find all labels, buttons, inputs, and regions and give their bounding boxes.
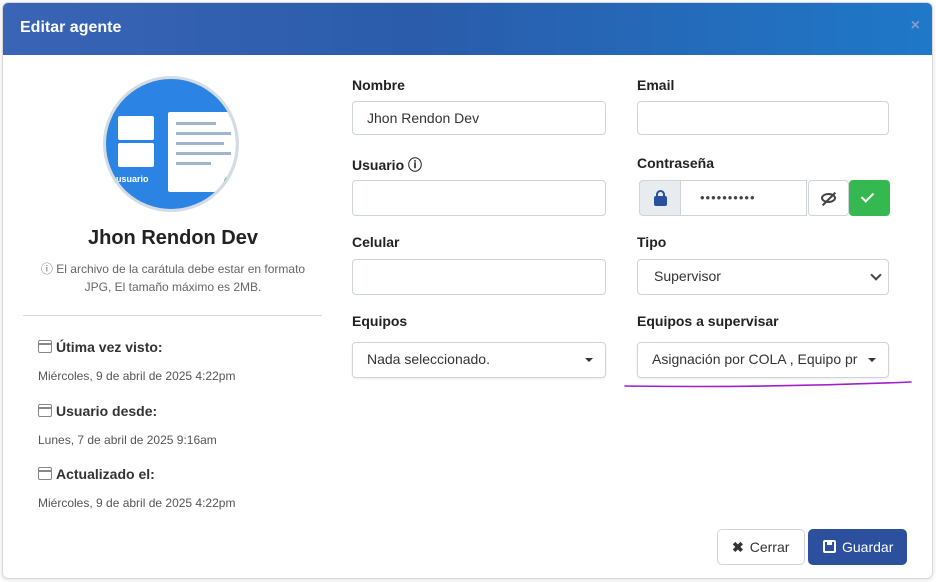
upload-note-text: El archivo de la carátula debe estar en … [56, 262, 306, 294]
equipos-label: Equipos [352, 313, 408, 329]
usuario-input[interactable] [352, 180, 606, 216]
equipos-supervisar-label: Equipos a supervisar [637, 313, 779, 329]
guardar-button[interactable]: Guardar [808, 529, 907, 565]
tipo-label: Tipo [637, 234, 667, 250]
calendar-icon [38, 467, 52, 480]
password-addon [639, 180, 681, 216]
nombre-input[interactable]: Jhon Rendon Dev [352, 101, 606, 135]
user-since-label: Usuario desde: [38, 403, 157, 419]
calendar-icon [38, 340, 52, 353]
save-icon [823, 540, 836, 553]
equipos-supervisar-value: Asignación por COLA , Equipo pr [652, 351, 858, 367]
equipos-supervisar-select[interactable]: Asignación por COLA , Equipo pr [637, 342, 889, 378]
usuario-label: Usuario ⓘ [352, 157, 423, 173]
caret-down-icon [868, 358, 876, 362]
calendar-icon [38, 404, 52, 417]
avatar[interactable]: usuario [103, 76, 239, 212]
nombre-label: Nombre [352, 77, 405, 93]
contrasena-label: Contraseña [637, 155, 715, 171]
celular-label: Celular [352, 234, 400, 250]
email-label: Email [637, 77, 675, 93]
info-icon: ⓘ [40, 262, 53, 276]
updated-value: Miércoles, 9 de abril de 2025 4:22pm [38, 496, 236, 510]
tipo-select-value: Supervisor [654, 268, 721, 284]
close-icon: ✖ [732, 539, 744, 555]
close-icon[interactable]: × [911, 17, 920, 35]
equipos-select-value: Nada seleccionado. [367, 351, 490, 367]
check-icon [860, 189, 875, 203]
password-input[interactable]: •••••••••• [680, 180, 807, 216]
email-input[interactable] [637, 101, 889, 135]
caret-down-icon [585, 358, 593, 362]
upload-note: ⓘ El archivo de la carátula debe estar e… [28, 260, 318, 296]
avatar-card-icon [118, 143, 154, 167]
modal-title: Editar agente [20, 19, 122, 36]
avatar-dashboard-icon [168, 112, 236, 192]
equipos-select[interactable]: Nada seleccionado. [352, 342, 606, 378]
updated-label: Actualizado el: [38, 466, 155, 482]
cerrar-button[interactable]: ✖ Cerrar [717, 529, 805, 565]
modal-header: Editar agente × [3, 3, 932, 55]
divider [23, 315, 322, 316]
celular-input[interactable] [352, 259, 606, 295]
tipo-select[interactable]: Supervisor [637, 259, 889, 295]
agent-name: Jhon Rendon Dev [87, 227, 258, 249]
lock-icon [654, 190, 667, 206]
info-icon[interactable]: ⓘ [408, 157, 422, 173]
toggle-password-button[interactable] [808, 180, 849, 216]
last-seen-value: Miércoles, 9 de abril de 2025 4:22pm [38, 369, 236, 383]
last-seen-label: Útima vez visto: [38, 339, 163, 355]
user-since-value: Lunes, 7 de abril de 2025 9:16am [38, 433, 217, 447]
chevron-down-icon [870, 269, 882, 281]
edit-agent-modal: Editar agente × usuario Jhon Rendon Dev … [2, 2, 933, 579]
confirm-password-button[interactable] [849, 180, 890, 216]
avatar-caption: usuario [116, 174, 149, 184]
annotation-underline [624, 381, 912, 388]
avatar-card-icon [118, 116, 154, 140]
eye-slash-icon [821, 193, 836, 203]
